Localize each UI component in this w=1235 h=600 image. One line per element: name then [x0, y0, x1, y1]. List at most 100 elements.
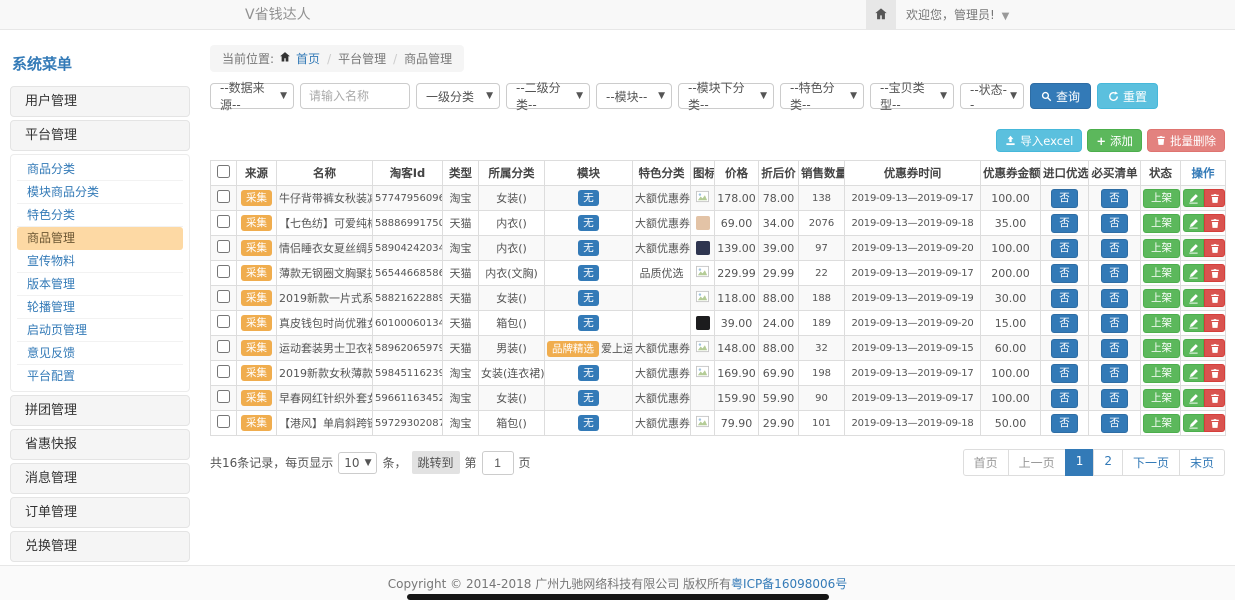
item-type-select[interactable]: --宝贝类型--▼: [870, 83, 954, 109]
search-button[interactable]: 查询: [1030, 83, 1091, 109]
must-buy-toggle[interactable]: 否: [1101, 414, 1128, 433]
row-checkbox[interactable]: [217, 290, 230, 303]
import-select-toggle[interactable]: 否: [1051, 414, 1078, 433]
edit-button[interactable]: [1183, 214, 1204, 232]
sidebar-panel-platform-management[interactable]: 平台管理: [10, 120, 190, 151]
edit-button[interactable]: [1183, 189, 1204, 207]
page-button[interactable]: 末页: [1179, 449, 1225, 476]
edit-button[interactable]: [1183, 314, 1204, 332]
must-buy-toggle[interactable]: 否: [1101, 339, 1128, 358]
sidebar-panel[interactable]: 兑换管理: [10, 531, 190, 562]
status-badge[interactable]: 上架: [1143, 364, 1180, 383]
import-select-toggle[interactable]: 否: [1051, 264, 1078, 283]
row-checkbox[interactable]: [217, 265, 230, 278]
status-select[interactable]: --状态--▼: [960, 83, 1024, 109]
import-select-toggle[interactable]: 否: [1051, 364, 1078, 383]
jump-to-button[interactable]: 跳转到: [412, 451, 460, 474]
sidebar-panel[interactable]: 订单管理: [10, 497, 190, 528]
import-select-toggle[interactable]: 否: [1051, 239, 1078, 258]
row-checkbox[interactable]: [217, 315, 230, 328]
edit-button[interactable]: [1183, 414, 1204, 432]
page-button[interactable]: 1: [1065, 449, 1095, 476]
import-select-toggle[interactable]: 否: [1051, 314, 1078, 333]
row-checkbox[interactable]: [217, 390, 230, 403]
delete-button[interactable]: [1204, 414, 1225, 432]
page-number-input[interactable]: [482, 451, 514, 475]
edit-button[interactable]: [1183, 264, 1204, 282]
row-checkbox[interactable]: [217, 240, 230, 253]
row-checkbox[interactable]: [217, 415, 230, 428]
sidebar-panel[interactable]: 省惠快报: [10, 429, 190, 460]
status-badge[interactable]: 上架: [1143, 314, 1180, 333]
must-buy-toggle[interactable]: 否: [1101, 239, 1128, 258]
delete-button[interactable]: [1204, 264, 1225, 282]
submenu-item[interactable]: 宣传物料: [17, 250, 183, 273]
level2-category-select[interactable]: --二级分类--▼: [506, 83, 590, 109]
must-buy-toggle[interactable]: 否: [1101, 264, 1128, 283]
submenu-item[interactable]: 特色分类: [17, 204, 183, 227]
submenu-item[interactable]: 轮播管理: [17, 296, 183, 319]
delete-button[interactable]: [1204, 339, 1225, 357]
row-checkbox[interactable]: [217, 340, 230, 353]
edit-button[interactable]: [1183, 289, 1204, 307]
page-button[interactable]: 2: [1093, 449, 1123, 476]
status-badge[interactable]: 上架: [1143, 264, 1180, 283]
submenu-item[interactable]: 商品管理: [17, 227, 183, 250]
row-checkbox[interactable]: [217, 190, 230, 203]
import-select-toggle[interactable]: 否: [1051, 339, 1078, 358]
must-buy-toggle[interactable]: 否: [1101, 189, 1128, 208]
sidebar-panel[interactable]: 拼团管理: [10, 395, 190, 426]
sidebar-panel-user-management[interactable]: 用户管理: [10, 86, 190, 117]
submenu-item[interactable]: 意见反馈: [17, 342, 183, 365]
submenu-item[interactable]: 模块商品分类: [17, 181, 183, 204]
delete-button[interactable]: [1204, 389, 1225, 407]
batch-delete-button[interactable]: 批量删除: [1147, 129, 1225, 152]
row-checkbox[interactable]: [217, 365, 230, 378]
status-badge[interactable]: 上架: [1143, 339, 1180, 358]
reset-button[interactable]: 重置: [1097, 83, 1158, 109]
level1-category-select[interactable]: 一级分类▼: [416, 83, 500, 109]
status-badge[interactable]: 上架: [1143, 239, 1180, 258]
per-page-select[interactable]: 10 ▼: [338, 452, 377, 474]
add-button[interactable]: + 添加: [1087, 129, 1142, 152]
breadcrumb-item-platform[interactable]: 平台管理: [338, 50, 386, 67]
import-select-toggle[interactable]: 否: [1051, 214, 1078, 233]
import-select-toggle[interactable]: 否: [1051, 289, 1078, 308]
edit-button[interactable]: [1183, 364, 1204, 382]
delete-button[interactable]: [1204, 289, 1225, 307]
row-checkbox[interactable]: [217, 215, 230, 228]
must-buy-toggle[interactable]: 否: [1101, 314, 1128, 333]
home-button[interactable]: [866, 0, 896, 30]
delete-button[interactable]: [1204, 239, 1225, 257]
edit-button[interactable]: [1183, 339, 1204, 357]
delete-button[interactable]: [1204, 364, 1225, 382]
delete-button[interactable]: [1204, 189, 1225, 207]
must-buy-toggle[interactable]: 否: [1101, 289, 1128, 308]
name-search-input[interactable]: [300, 83, 410, 109]
select-all-checkbox[interactable]: [217, 165, 230, 178]
status-badge[interactable]: 上架: [1143, 289, 1180, 308]
submenu-item[interactable]: 平台配置: [17, 365, 183, 388]
icp-link[interactable]: 粤ICP备16098006号: [731, 575, 847, 592]
status-badge[interactable]: 上架: [1143, 414, 1180, 433]
feature-category-select[interactable]: --特色分类--▼: [780, 83, 864, 109]
submenu-item[interactable]: 商品分类: [17, 158, 183, 181]
edit-button[interactable]: [1183, 239, 1204, 257]
sidebar-panel[interactable]: 消息管理: [10, 463, 190, 494]
import-select-toggle[interactable]: 否: [1051, 389, 1078, 408]
status-badge[interactable]: 上架: [1143, 214, 1180, 233]
submenu-item[interactable]: 启动页管理: [17, 319, 183, 342]
import-select-toggle[interactable]: 否: [1051, 189, 1078, 208]
import-excel-button[interactable]: 导入excel: [996, 129, 1082, 152]
module-subcategory-select[interactable]: --模块下分类--▼: [678, 83, 774, 109]
must-buy-toggle[interactable]: 否: [1101, 389, 1128, 408]
user-menu[interactable]: 欢迎您，管理员! ▼: [906, 0, 1009, 32]
must-buy-toggle[interactable]: 否: [1101, 364, 1128, 383]
breadcrumb-home-link[interactable]: 首页: [296, 50, 320, 67]
edit-button[interactable]: [1183, 389, 1204, 407]
status-badge[interactable]: 上架: [1143, 189, 1180, 208]
data-source-select[interactable]: --数据来源--▼: [210, 83, 294, 109]
delete-button[interactable]: [1204, 314, 1225, 332]
submenu-item[interactable]: 版本管理: [17, 273, 183, 296]
page-button[interactable]: 下一页: [1122, 449, 1180, 476]
